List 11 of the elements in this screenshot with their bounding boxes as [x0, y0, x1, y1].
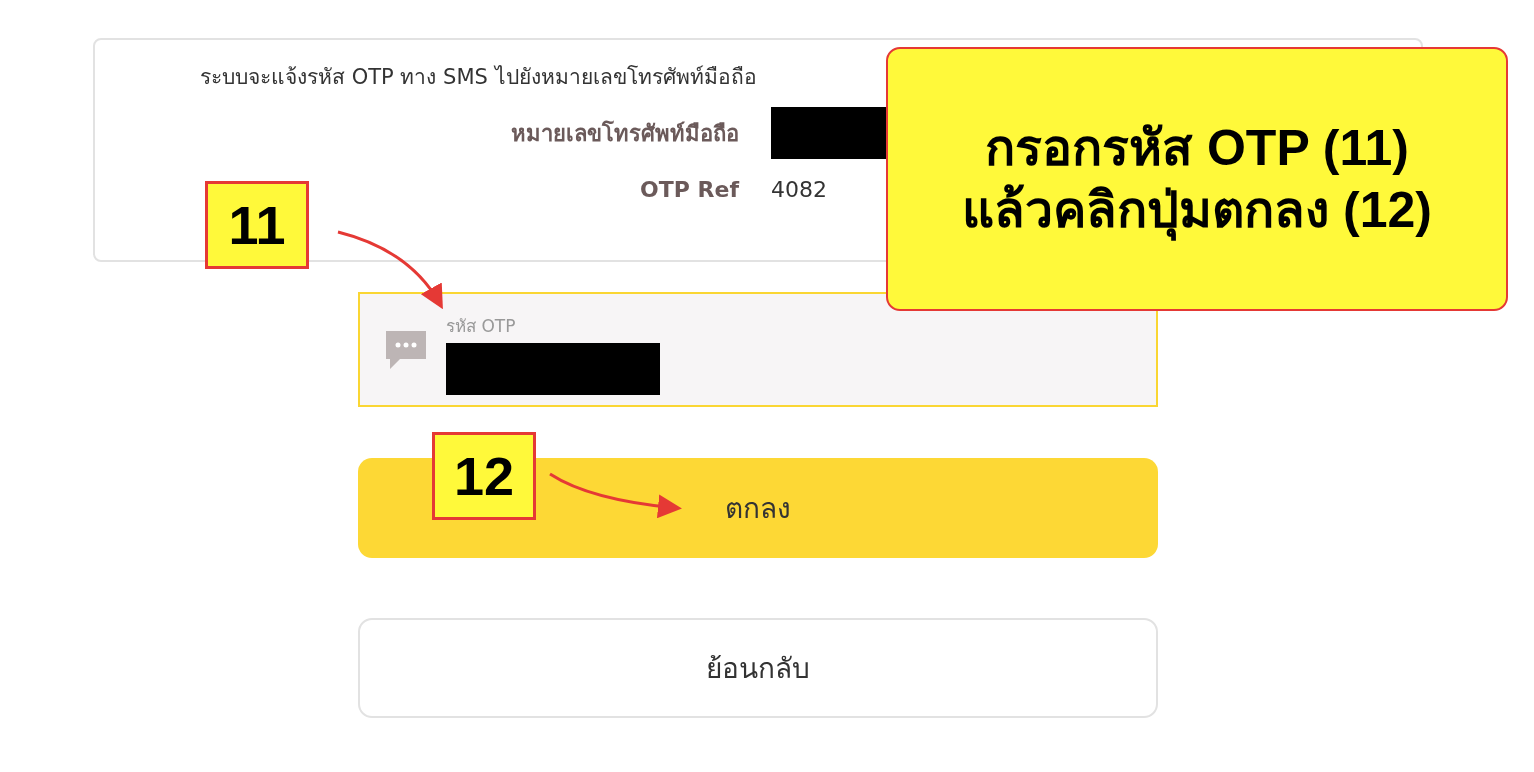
step-marker: 11: [205, 181, 309, 269]
callout-text: กรอกรหัส OTP (11): [985, 118, 1409, 178]
otp-message: ระบบจะแจ้งรหัส OTP ทาง SMS ไปยังหมายเลขโทรศัพท์มือถือ: [200, 64, 758, 91]
field-value: 4082: [771, 177, 828, 202]
field-label: รหัส OTP: [446, 315, 517, 338]
back-button[interactable]: ย้อนกลับ: [358, 618, 1158, 718]
callout-text: แล้วคลิกปุ่มตกลง (12): [962, 179, 1432, 242]
field-label: OTP Ref: [639, 177, 739, 202]
step-marker: 12: [432, 432, 536, 520]
field-label: หมายเลขโทรศัพท์มือถือ: [510, 119, 739, 148]
chat-bubble-icon: [384, 328, 428, 371]
